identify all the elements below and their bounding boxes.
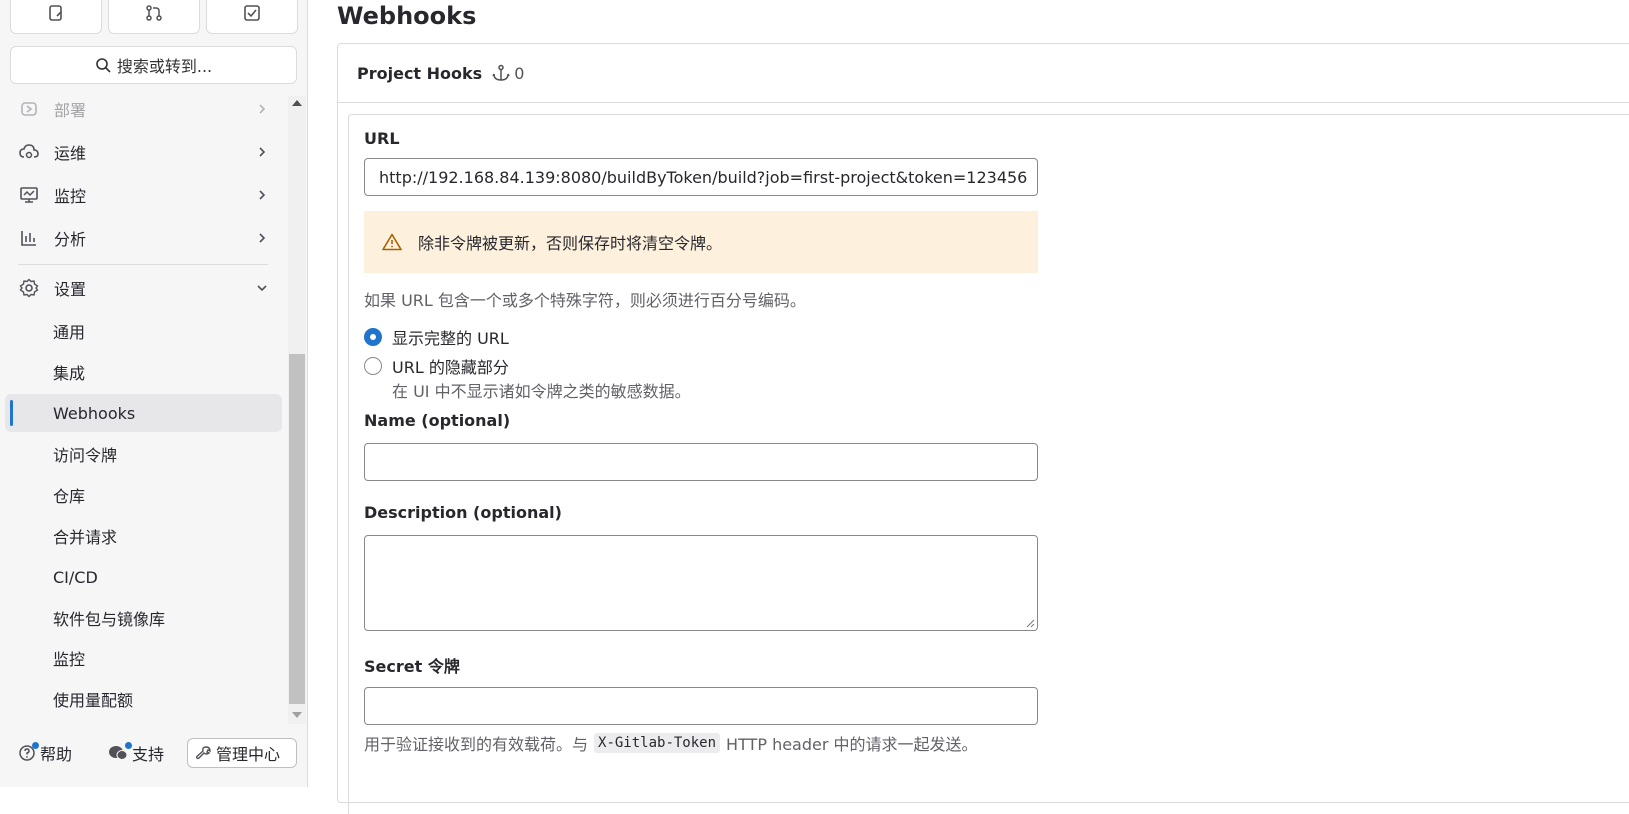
settings-icon xyxy=(18,277,40,299)
card-title: Project Hooks xyxy=(357,63,483,83)
radio-full-label: 显示完整的 URL xyxy=(392,329,509,348)
secret-help-prefix: 用于验证接收到的有效载荷。与 xyxy=(364,735,589,754)
sidebar-item-monitor[interactable]: 监控 xyxy=(5,639,282,677)
notification-dot xyxy=(32,742,39,749)
sidebar-item-general[interactable]: 通用 xyxy=(5,312,282,350)
deploy-icon xyxy=(18,98,40,120)
chevron-right-icon xyxy=(254,101,270,117)
sidebar-item-label: Webhooks xyxy=(53,403,136,423)
nav-item-deploy[interactable]: 部署 xyxy=(0,89,288,129)
help-button[interactable]: 帮助 xyxy=(18,738,72,768)
todos-button[interactable] xyxy=(206,0,298,34)
analytics-icon xyxy=(18,227,40,249)
chevron-right-icon xyxy=(254,144,270,160)
mask-help-text: 在 UI 中不显示诸如令牌之类的敏感数据。 xyxy=(392,382,691,401)
sidebar-item-usage-quotas[interactable]: 使用量配额 xyxy=(5,680,282,718)
nav-label-monitor: 监控 xyxy=(54,187,87,206)
warning-alert: 除非令牌被更新，否则保存时将清空令牌。 xyxy=(364,211,1038,273)
radio-mask-label: URL 的隐藏部分 xyxy=(392,358,509,377)
sidebar-item-webhooks[interactable]: Webhooks xyxy=(5,394,282,432)
secret-help-suffix: HTTP header 中的请求一起发送。 xyxy=(726,735,978,754)
nav-label-operate: 运维 xyxy=(54,144,87,163)
todo-icon xyxy=(244,5,260,21)
scroll-up-arrow-icon[interactable] xyxy=(292,100,302,106)
merge-request-icon xyxy=(146,5,162,21)
sidebar-item-repository[interactable]: 仓库 xyxy=(5,476,282,514)
description-label: Description (optional) xyxy=(364,503,562,522)
nav-item-operate[interactable]: 运维 xyxy=(0,132,288,172)
secret-help-text: 用于验证接收到的有效载荷。与 X-Gitlab-Token HTTP heade… xyxy=(364,731,978,755)
resize-handle-icon[interactable] xyxy=(1025,618,1035,628)
sidebar-item-access-tokens[interactable]: 访问令牌 xyxy=(5,435,282,473)
scroll-thumb[interactable] xyxy=(289,354,305,704)
merge-requests-button[interactable] xyxy=(108,0,200,34)
sidebar-item-packages-registries[interactable]: 软件包与镜像库 xyxy=(5,599,282,637)
sidebar-footer: 帮助 支持 管理中心 xyxy=(0,734,308,787)
nav-label-analytics: 分析 xyxy=(54,230,87,249)
warning-text: 除非令牌被更新，否则保存时将清空令牌。 xyxy=(418,234,723,253)
admin-area-button[interactable]: 管理中心 xyxy=(187,738,297,768)
chevron-down-icon xyxy=(254,280,270,296)
url-input[interactable]: http://192.168.84.139:8080/buildByToken/… xyxy=(364,158,1038,196)
page-title: Webhooks xyxy=(337,2,477,30)
description-textarea[interactable] xyxy=(364,535,1038,631)
radio-show-full-url[interactable]: 显示完整的 URL xyxy=(364,325,509,349)
scroll-down-arrow-icon[interactable] xyxy=(292,712,302,718)
sidebar-scrollbar[interactable] xyxy=(288,96,306,724)
wrench-icon xyxy=(196,746,211,760)
secret-help-code: X-Gitlab-Token xyxy=(594,733,721,753)
hook-count-value: 0 xyxy=(514,63,525,83)
name-input[interactable] xyxy=(364,443,1038,481)
monitor-icon xyxy=(18,184,40,206)
url-label: URL xyxy=(364,129,400,148)
sidebar-top-buttons xyxy=(10,0,298,34)
search-button[interactable]: 搜索或转到... xyxy=(10,46,297,84)
sidebar-item-cicd[interactable]: CI/CD xyxy=(5,558,282,596)
chevron-right-icon xyxy=(254,187,270,203)
nav-item-settings[interactable]: 设置 xyxy=(0,268,288,308)
operate-icon xyxy=(18,141,40,163)
card-header: Project Hooks 0 xyxy=(338,44,1629,103)
help-label: 帮助 xyxy=(40,745,73,764)
nav-item-analytics[interactable]: 分析 xyxy=(0,218,288,258)
nav-label-deploy: 部署 xyxy=(54,101,87,120)
anchor-icon xyxy=(492,64,510,81)
radio-checked-icon[interactable] xyxy=(364,328,382,346)
radio-mask-url[interactable]: URL 的隐藏部分 xyxy=(364,354,509,378)
search-icon xyxy=(96,58,111,73)
url-help-text: 如果 URL 包含一个或多个特殊字符，则必须进行百分号编码。 xyxy=(364,291,806,310)
support-label: 支持 xyxy=(132,745,165,764)
admin-label: 管理中心 xyxy=(216,745,281,764)
radio-unchecked-icon[interactable] xyxy=(364,357,382,375)
nav-label-settings: 设置 xyxy=(54,280,87,299)
chevron-right-icon xyxy=(254,230,270,246)
nav-divider xyxy=(18,264,268,265)
notification-dot xyxy=(125,742,132,749)
search-label: 搜索或转到... xyxy=(116,57,213,76)
support-button[interactable]: 支持 xyxy=(108,738,164,768)
main-content: Webhooks Project Hooks 0 URL http://192.… xyxy=(309,0,1629,814)
webhook-form: URL http://192.168.84.139:8080/buildByTo… xyxy=(348,114,1629,814)
issues-button[interactable] xyxy=(10,0,102,34)
sidebar-item-integrations[interactable]: 集成 xyxy=(5,353,282,391)
project-hooks-card: Project Hooks 0 URL http://192.168.84.13… xyxy=(337,43,1629,814)
secret-token-label: Secret 令牌 xyxy=(364,657,460,676)
sidebar: 搜索或转到... 部署 运维 监控 分析 设置 通用 集成 Webhooks 访… xyxy=(0,0,308,787)
name-label: Name (optional) xyxy=(364,411,511,430)
issues-icon xyxy=(49,5,62,21)
secret-token-input[interactable] xyxy=(364,687,1038,725)
nav-item-monitor[interactable]: 监控 xyxy=(0,175,288,215)
warning-icon xyxy=(382,233,402,251)
sidebar-item-merge-requests[interactable]: 合并请求 xyxy=(5,517,282,555)
hook-count: 0 xyxy=(492,64,524,83)
